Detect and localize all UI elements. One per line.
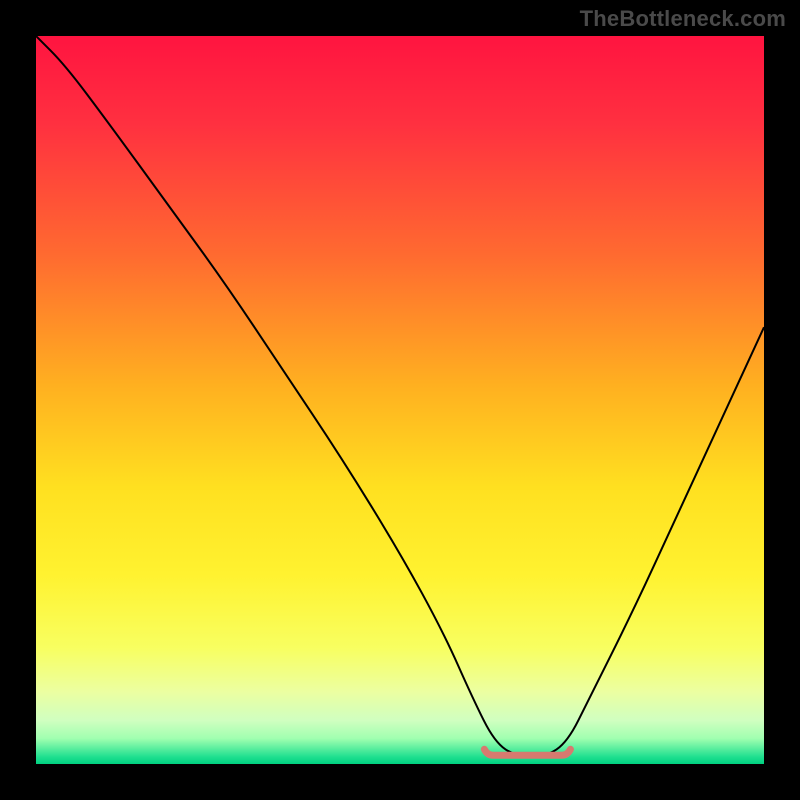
bottleneck-chart-svg	[36, 36, 764, 764]
chart-frame: TheBottleneck.com	[0, 0, 800, 800]
watermark-text: TheBottleneck.com	[580, 6, 786, 32]
gradient-background	[36, 36, 764, 764]
plot-area	[36, 36, 764, 764]
